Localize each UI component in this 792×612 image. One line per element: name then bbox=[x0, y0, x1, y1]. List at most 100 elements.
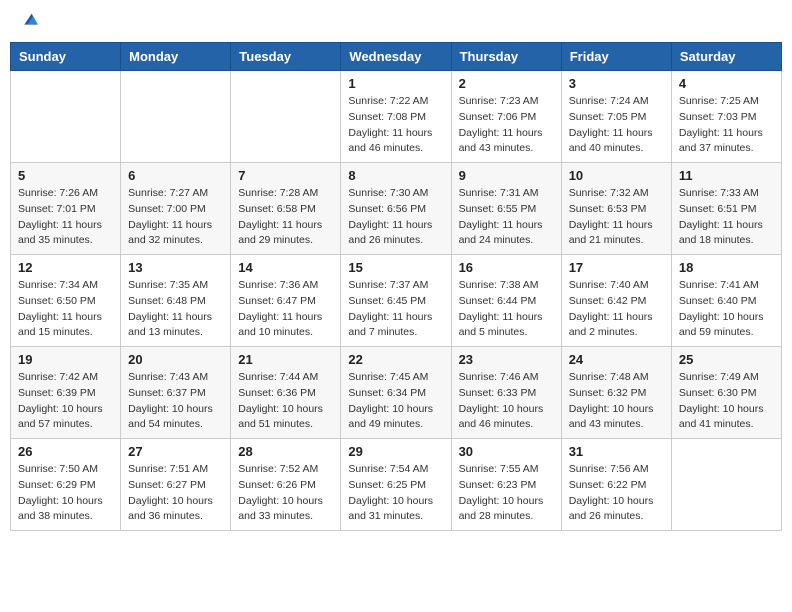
day-info: Sunrise: 7:56 AMSunset: 6:22 PMDaylight:… bbox=[569, 462, 664, 525]
calendar-week-1: 1 Sunrise: 7:22 AMSunset: 7:08 PMDaylight… bbox=[11, 71, 782, 163]
calendar-cell: 22 Sunrise: 7:45 AMSunset: 6:34 PMDayligh… bbox=[341, 347, 451, 439]
calendar-table: SundayMondayTuesdayWednesdayThursdayFrid… bbox=[10, 42, 782, 531]
day-info: Sunrise: 7:27 AMSunset: 7:00 PMDaylight:… bbox=[128, 186, 223, 249]
calendar-cell: 19Sunrise: 7:42 AMSunset: 6:39 PMDayligh… bbox=[11, 347, 121, 439]
calendar-cell: 3 Sunrise: 7:24 AMSunset: 7:05 PMDaylight… bbox=[561, 71, 671, 163]
calendar-cell: 20Sunrise: 7:43 AMSunset: 6:37 PMDayligh… bbox=[121, 347, 231, 439]
day-number: 19 bbox=[18, 352, 113, 367]
day-info: Sunrise: 7:54 AMSunset: 6:25 PMDaylight:… bbox=[348, 462, 443, 525]
day-info: Sunrise: 7:44 AMSunset: 6:36 PMDaylight:… bbox=[238, 370, 333, 433]
day-number: 3 bbox=[569, 76, 664, 91]
day-number: 25 bbox=[679, 352, 774, 367]
weekday-header-row: SundayMondayTuesdayWednesdayThursdayFrid… bbox=[11, 43, 782, 71]
calendar-cell: 17 Sunrise: 7:40 AMSunset: 6:42 PMDayligh… bbox=[561, 255, 671, 347]
logo-icon bbox=[17, 10, 39, 32]
page-header bbox=[10, 10, 782, 32]
calendar-cell: 14 Sunrise: 7:36 AMSunset: 6:47 PMDayligh… bbox=[231, 255, 341, 347]
day-number: 26 bbox=[18, 444, 113, 459]
day-info: Sunrise: 7:28 AMSunset: 6:58 PMDaylight:… bbox=[238, 186, 333, 249]
calendar-cell: 26 Sunrise: 7:50 AMSunset: 6:29 PMDayligh… bbox=[11, 439, 121, 531]
day-info: Sunrise: 7:48 AMSunset: 6:32 PMDaylight:… bbox=[569, 370, 664, 433]
day-info: Sunrise: 7:52 AMSunset: 6:26 PMDaylight:… bbox=[238, 462, 333, 525]
weekday-header-saturday: Saturday bbox=[671, 43, 781, 71]
day-number: 21 bbox=[238, 352, 333, 367]
day-number: 7 bbox=[238, 168, 333, 183]
day-number: 6 bbox=[128, 168, 223, 183]
day-info: Sunrise: 7:33 AMSunset: 6:51 PMDaylight:… bbox=[679, 186, 774, 249]
day-info: Sunrise: 7:37 AMSunset: 6:45 PMDaylight:… bbox=[348, 278, 443, 341]
day-number: 5 bbox=[18, 168, 113, 183]
day-number: 4 bbox=[679, 76, 774, 91]
calendar-cell: 6 Sunrise: 7:27 AMSunset: 7:00 PMDaylight… bbox=[121, 163, 231, 255]
calendar-cell: 18 Sunrise: 7:41 AMSunset: 6:40 PMDayligh… bbox=[671, 255, 781, 347]
day-info: Sunrise: 7:24 AMSunset: 7:05 PMDaylight:… bbox=[569, 94, 664, 157]
calendar-cell: 4 Sunrise: 7:25 AMSunset: 7:03 PMDaylight… bbox=[671, 71, 781, 163]
weekday-header-sunday: Sunday bbox=[11, 43, 121, 71]
day-number: 29 bbox=[348, 444, 443, 459]
day-number: 27 bbox=[128, 444, 223, 459]
day-info: Sunrise: 7:26 AMSunset: 7:01 PMDaylight:… bbox=[18, 186, 113, 249]
day-number: 8 bbox=[348, 168, 443, 183]
day-info: Sunrise: 7:46 AMSunset: 6:33 PMDaylight:… bbox=[459, 370, 554, 433]
calendar-cell: 16 Sunrise: 7:38 AMSunset: 6:44 PMDayligh… bbox=[451, 255, 561, 347]
calendar-cell: 24Sunrise: 7:48 AMSunset: 6:32 PMDayligh… bbox=[561, 347, 671, 439]
calendar-cell: 10 Sunrise: 7:32 AMSunset: 6:53 PMDayligh… bbox=[561, 163, 671, 255]
day-info: Sunrise: 7:35 AMSunset: 6:48 PMDaylight:… bbox=[128, 278, 223, 341]
calendar-cell: 8 Sunrise: 7:30 AMSunset: 6:56 PMDaylight… bbox=[341, 163, 451, 255]
day-info: Sunrise: 7:41 AMSunset: 6:40 PMDaylight:… bbox=[679, 278, 774, 341]
day-number: 15 bbox=[348, 260, 443, 275]
day-info: Sunrise: 7:23 AMSunset: 7:06 PMDaylight:… bbox=[459, 94, 554, 157]
calendar-cell: 23 Sunrise: 7:46 AMSunset: 6:33 PMDayligh… bbox=[451, 347, 561, 439]
day-number: 20 bbox=[128, 352, 223, 367]
weekday-header-monday: Monday bbox=[121, 43, 231, 71]
day-number: 9 bbox=[459, 168, 554, 183]
calendar-cell: 15 Sunrise: 7:37 AMSunset: 6:45 PMDayligh… bbox=[341, 255, 451, 347]
calendar-cell: 25Sunrise: 7:49 AMSunset: 6:30 PMDayligh… bbox=[671, 347, 781, 439]
calendar-cell: 7 Sunrise: 7:28 AMSunset: 6:58 PMDaylight… bbox=[231, 163, 341, 255]
day-number: 16 bbox=[459, 260, 554, 275]
calendar-week-4: 19Sunrise: 7:42 AMSunset: 6:39 PMDayligh… bbox=[11, 347, 782, 439]
weekday-header-tuesday: Tuesday bbox=[231, 43, 341, 71]
day-info: Sunrise: 7:22 AMSunset: 7:08 PMDaylight:… bbox=[348, 94, 443, 157]
day-info: Sunrise: 7:50 AMSunset: 6:29 PMDaylight:… bbox=[18, 462, 113, 525]
day-info: Sunrise: 7:51 AMSunset: 6:27 PMDaylight:… bbox=[128, 462, 223, 525]
day-info: Sunrise: 7:45 AMSunset: 6:34 PMDaylight:… bbox=[348, 370, 443, 433]
calendar-cell: 11Sunrise: 7:33 AMSunset: 6:51 PMDayligh… bbox=[671, 163, 781, 255]
calendar-cell: 28Sunrise: 7:52 AMSunset: 6:26 PMDayligh… bbox=[231, 439, 341, 531]
calendar-cell: 31 Sunrise: 7:56 AMSunset: 6:22 PMDayligh… bbox=[561, 439, 671, 531]
calendar-cell: 9 Sunrise: 7:31 AMSunset: 6:55 PMDaylight… bbox=[451, 163, 561, 255]
day-number: 1 bbox=[348, 76, 443, 91]
calendar-cell: 2Sunrise: 7:23 AMSunset: 7:06 PMDaylight… bbox=[451, 71, 561, 163]
day-info: Sunrise: 7:38 AMSunset: 6:44 PMDaylight:… bbox=[459, 278, 554, 341]
day-number: 10 bbox=[569, 168, 664, 183]
calendar-cell: 13 Sunrise: 7:35 AMSunset: 6:48 PMDayligh… bbox=[121, 255, 231, 347]
calendar-week-5: 26 Sunrise: 7:50 AMSunset: 6:29 PMDayligh… bbox=[11, 439, 782, 531]
calendar-week-3: 12 Sunrise: 7:34 AMSunset: 6:50 PMDayligh… bbox=[11, 255, 782, 347]
calendar-cell: 21 Sunrise: 7:44 AMSunset: 6:36 PMDayligh… bbox=[231, 347, 341, 439]
day-number: 14 bbox=[238, 260, 333, 275]
day-number: 22 bbox=[348, 352, 443, 367]
calendar-cell bbox=[671, 439, 781, 531]
day-info: Sunrise: 7:25 AMSunset: 7:03 PMDaylight:… bbox=[679, 94, 774, 157]
calendar-cell bbox=[11, 71, 121, 163]
day-info: Sunrise: 7:40 AMSunset: 6:42 PMDaylight:… bbox=[569, 278, 664, 341]
day-info: Sunrise: 7:32 AMSunset: 6:53 PMDaylight:… bbox=[569, 186, 664, 249]
day-number: 31 bbox=[569, 444, 664, 459]
day-number: 12 bbox=[18, 260, 113, 275]
calendar-cell: 29 Sunrise: 7:54 AMSunset: 6:25 PMDayligh… bbox=[341, 439, 451, 531]
day-info: Sunrise: 7:31 AMSunset: 6:55 PMDaylight:… bbox=[459, 186, 554, 249]
day-info: Sunrise: 7:55 AMSunset: 6:23 PMDaylight:… bbox=[459, 462, 554, 525]
day-info: Sunrise: 7:30 AMSunset: 6:56 PMDaylight:… bbox=[348, 186, 443, 249]
weekday-header-friday: Friday bbox=[561, 43, 671, 71]
calendar-cell: 1 Sunrise: 7:22 AMSunset: 7:08 PMDaylight… bbox=[341, 71, 451, 163]
day-number: 17 bbox=[569, 260, 664, 275]
day-info: Sunrise: 7:34 AMSunset: 6:50 PMDaylight:… bbox=[18, 278, 113, 341]
day-info: Sunrise: 7:36 AMSunset: 6:47 PMDaylight:… bbox=[238, 278, 333, 341]
calendar-cell: 12 Sunrise: 7:34 AMSunset: 6:50 PMDayligh… bbox=[11, 255, 121, 347]
calendar-cell: 30Sunrise: 7:55 AMSunset: 6:23 PMDayligh… bbox=[451, 439, 561, 531]
day-number: 18 bbox=[679, 260, 774, 275]
day-number: 23 bbox=[459, 352, 554, 367]
day-number: 13 bbox=[128, 260, 223, 275]
weekday-header-wednesday: Wednesday bbox=[341, 43, 451, 71]
calendar-week-2: 5 Sunrise: 7:26 AMSunset: 7:01 PMDaylight… bbox=[11, 163, 782, 255]
